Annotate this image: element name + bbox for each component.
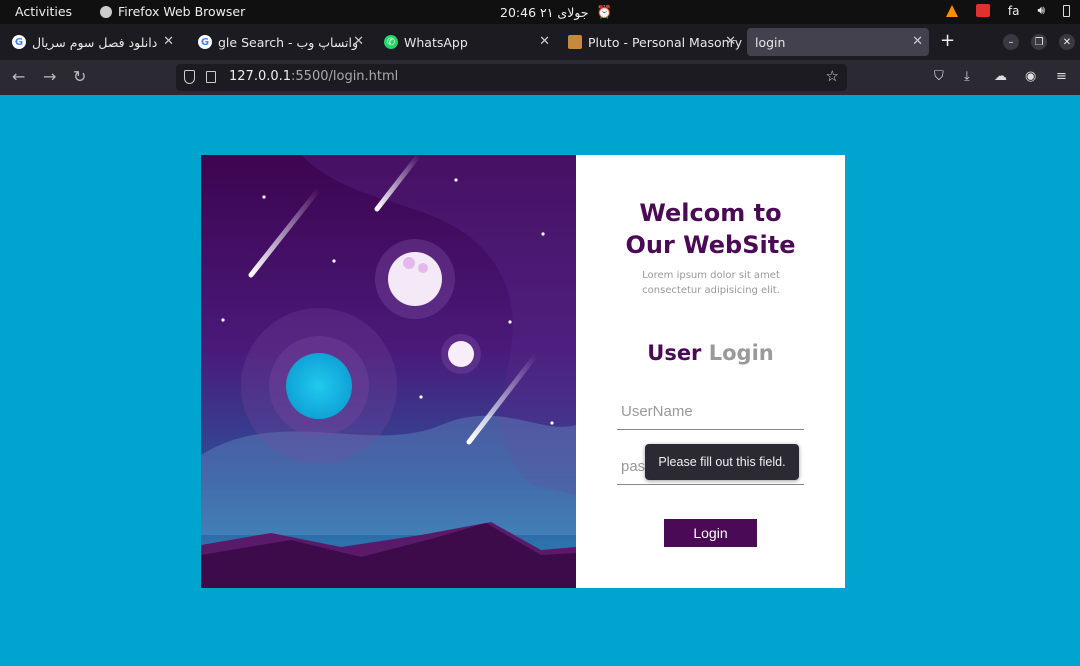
navigation-toolbar: ← → ↻ 127.0.0.1:5500/login.html ☆ ⛉ ⤓ ☁ … (0, 60, 1080, 95)
close-icon[interactable]: ✕ (163, 34, 174, 49)
clock[interactable]: جولای ۲۱ 20:46 ⏰ (500, 4, 612, 20)
minimize-button[interactable]: – (1003, 34, 1019, 50)
heading-login: Login (708, 341, 774, 365)
volume-icon[interactable]: 🔊︎ (1037, 3, 1045, 18)
welcome-line-1: Welcom to (639, 199, 782, 227)
back-arrow-icon[interactable]: ← (12, 67, 25, 86)
username-input[interactable] (617, 394, 804, 430)
welcome-line-2: Our WebSite (625, 231, 796, 259)
form-heading: User Login (576, 341, 845, 365)
tab-title: Pluto - Personal Masonry (588, 34, 742, 50)
restore-button[interactable]: ❐ (1031, 34, 1047, 50)
screen-record-icon[interactable] (975, 4, 990, 17)
shield-icon[interactable] (184, 70, 195, 84)
account-icon[interactable]: ◉ (1025, 69, 1036, 84)
tab-3[interactable]: ✆ WhatsApp ✕ (376, 28, 556, 56)
login-form-panel: Welcom to Our WebSite Lorem ipsum dolor … (576, 155, 845, 588)
tab-1[interactable]: G دانلود فصل سوم سریال ✕ (4, 28, 180, 56)
alarm-icon: ⏰ (596, 4, 613, 19)
clock-text: جولای ۲۱ 20:46 (500, 4, 589, 20)
url-path: :5500/login.html (291, 69, 399, 84)
forward-arrow-icon[interactable]: → (43, 67, 56, 86)
validation-tooltip: Please fill out this field. (645, 444, 799, 480)
close-window-button[interactable]: ✕ (1059, 34, 1075, 50)
tab-title: login (755, 34, 786, 50)
battery-icon[interactable] (1063, 4, 1070, 17)
login-button[interactable]: Login (664, 519, 757, 547)
welcome-subtitle: Lorem ipsum dolor sit amet consectetur a… (642, 270, 780, 296)
page-icon[interactable] (206, 71, 216, 83)
new-tab-button[interactable]: + (940, 30, 955, 51)
heading-user: User (647, 341, 702, 365)
tab-4[interactable]: Pluto - Personal Masonry ✕ (560, 28, 742, 56)
google-icon: G (12, 35, 26, 49)
close-icon[interactable]: ✕ (539, 34, 550, 49)
tab-title: دانلود فصل سوم سریال (32, 34, 158, 50)
url-bar[interactable]: 127.0.0.1:5500/login.html ☆ (176, 64, 847, 91)
firefox-icon (100, 5, 112, 18)
language-indicator[interactable]: fa (1008, 4, 1020, 18)
space-illustration-svg (201, 155, 576, 588)
tab-title: WhatsApp (404, 34, 468, 50)
tab-strip: G دانلود فصل سوم سریال ✕ G gle Search - … (0, 24, 1080, 60)
system-tray: fa 🔊︎ (945, 3, 1070, 18)
reload-icon[interactable]: ↻ (73, 67, 86, 86)
activities-button[interactable]: Activities (15, 4, 72, 19)
tab-2[interactable]: G gle Search - واتساپ وب ✕ (190, 28, 370, 56)
whatsapp-icon: ✆ (384, 35, 398, 49)
download-icon[interactable]: ⤓ (964, 69, 970, 84)
close-icon[interactable]: ✕ (912, 34, 923, 49)
bookmark-star-icon[interactable]: ☆ (826, 67, 839, 85)
system-top-bar: Activities Firefox Web Browser جولای ۲۱ … (0, 0, 1080, 24)
menu-icon[interactable]: ≡ (1056, 69, 1067, 84)
close-icon[interactable]: ✕ (353, 34, 364, 49)
login-card: Welcom to Our WebSite Lorem ipsum dolor … (201, 155, 845, 588)
pluto-icon (568, 35, 582, 49)
welcome-heading: Welcom to Our WebSite (576, 197, 845, 261)
app-name: Firefox Web Browser (118, 4, 246, 19)
vlc-icon[interactable] (945, 4, 958, 17)
tab-title: gle Search - واتساپ وب (218, 34, 358, 50)
url-text[interactable]: 127.0.0.1:5500/login.html (229, 69, 398, 84)
app-menu[interactable]: Firefox Web Browser (100, 4, 245, 19)
google-icon: G (198, 35, 212, 49)
url-host: 127.0.0.1 (229, 69, 292, 84)
tab-5-active[interactable]: login ✕ (747, 28, 929, 56)
close-icon[interactable]: ✕ (725, 34, 736, 49)
pocket-icon[interactable]: ⛉ (934, 69, 944, 84)
extensions-icon[interactable]: ☁ (994, 69, 1007, 84)
space-illustration (201, 155, 576, 588)
